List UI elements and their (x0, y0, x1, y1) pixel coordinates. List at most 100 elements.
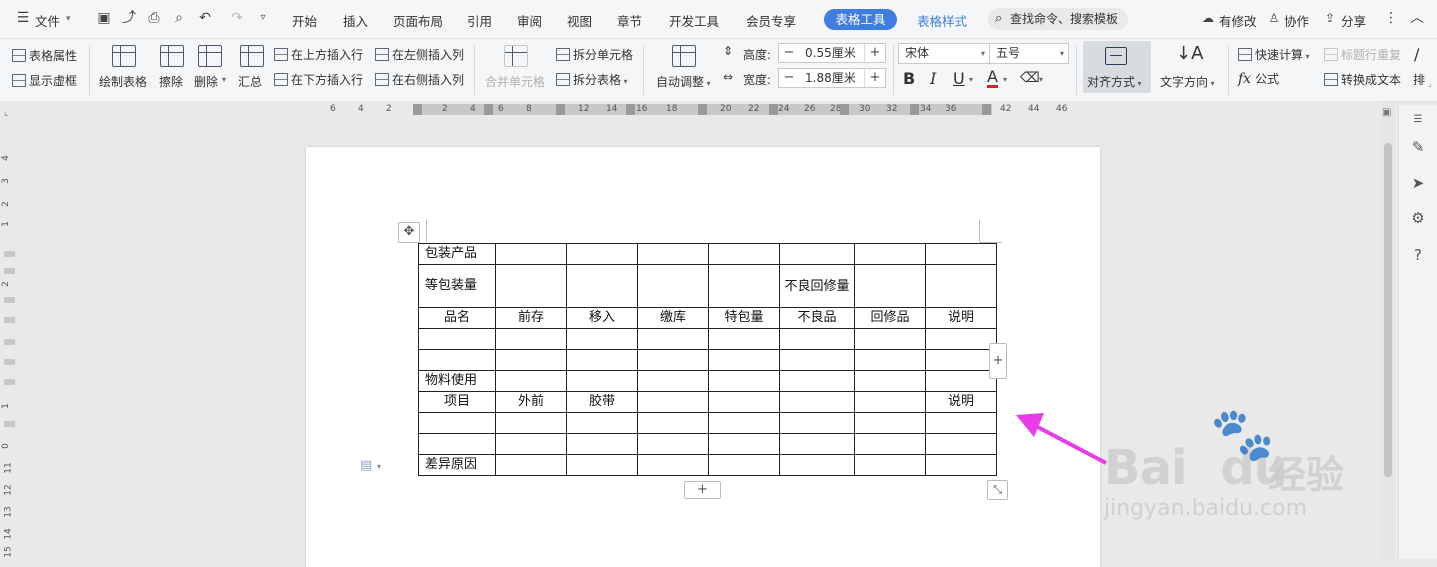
show-gridlines-button[interactable]: 显示虚框 (12, 72, 77, 89)
print-icon[interactable]: ⎙ (145, 9, 163, 27)
table-cell[interactable] (854, 328, 926, 350)
table-cell[interactable]: 缴库 (637, 307, 709, 329)
bold-button[interactable]: B (903, 69, 915, 88)
vertical-ruler[interactable]: 4 3 2 1 2 1 0 11 12 13 14 15 (0, 121, 16, 559)
table-cell[interactable] (854, 349, 926, 371)
table-cell[interactable]: 说明 (925, 391, 997, 413)
table-cell[interactable] (495, 412, 567, 434)
table-cell[interactable] (779, 370, 855, 392)
tab-member[interactable]: 会员专享 (746, 11, 796, 30)
table-cell[interactable] (854, 243, 926, 265)
pen-icon[interactable]: ∕ (1414, 45, 1419, 64)
table-cell[interactable] (708, 349, 780, 371)
merge-cells-button[interactable]: 合并单元格 (485, 73, 545, 90)
table-cell[interactable] (495, 454, 567, 476)
insert-col-left-button[interactable]: 在左侧插入列 (375, 46, 464, 63)
ruler-column-marker[interactable] (698, 104, 707, 115)
chevron-down-icon[interactable]: ▾ (377, 462, 381, 471)
ruler-column-marker[interactable] (769, 104, 778, 115)
table-cell[interactable] (925, 454, 997, 476)
table-cell[interactable]: 差异原因 (418, 454, 496, 476)
ruler-column-marker[interactable] (626, 104, 635, 115)
sidebar-menu-icon[interactable]: ☰ (1409, 111, 1427, 129)
table-cell[interactable] (637, 243, 709, 265)
quick-access-more-icon[interactable]: ▿ (254, 9, 272, 27)
table-cell[interactable] (495, 243, 567, 265)
tab-developer[interactable]: 开发工具 (669, 11, 719, 30)
edit-pen-icon[interactable]: ✎ (1409, 138, 1427, 156)
ruler-column-marker[interactable] (840, 104, 849, 115)
ruler-corner-tab-icon[interactable]: ⌞ (4, 108, 8, 118)
table-cell[interactable] (566, 349, 638, 371)
file-menu[interactable]: 文件 (35, 11, 60, 30)
add-row-button[interactable]: + (684, 481, 721, 499)
table-cell[interactable] (779, 454, 855, 476)
table-cell[interactable] (854, 433, 926, 455)
table-cell[interactable] (925, 243, 997, 265)
add-column-button[interactable]: + (989, 343, 1007, 379)
row-height-stepper[interactable]: − 0.55厘米 + (778, 43, 886, 63)
save-icon[interactable]: ▣ (95, 9, 113, 27)
more-options-icon[interactable]: ⋮ (1382, 9, 1400, 27)
table-cell[interactable] (566, 433, 638, 455)
table-cell[interactable]: 胶带 (566, 391, 638, 413)
erase-button[interactable]: 擦除 (159, 73, 183, 90)
tab-review[interactable]: 审阅 (517, 11, 542, 30)
table-cell[interactable] (418, 349, 496, 371)
table-cell[interactable] (779, 391, 855, 413)
ruler-indent-marker[interactable] (413, 104, 422, 115)
table-cell[interactable]: 品名 (418, 307, 496, 329)
table-cell[interactable] (779, 433, 855, 455)
text-direction-button[interactable]: 文字方向 ▾ (1160, 73, 1215, 90)
table-cell[interactable] (637, 349, 709, 371)
insert-row-below-button[interactable]: 在下方插入行 (274, 71, 363, 88)
decrease-height-button[interactable]: − (779, 44, 799, 62)
table-cell[interactable] (854, 264, 926, 308)
table-move-handle-icon[interactable]: ✥ (398, 222, 420, 243)
table-cell[interactable] (779, 349, 855, 371)
print-preview-icon[interactable]: ⌕ (170, 9, 188, 27)
ruler-column-marker[interactable] (484, 104, 493, 115)
chevron-down-icon[interactable]: ▾ (1003, 75, 1007, 84)
table-cell[interactable]: 物料使用 (418, 370, 496, 392)
table-cell[interactable] (925, 412, 997, 434)
table-cell[interactable]: 项目 (418, 391, 496, 413)
table-cell[interactable] (779, 243, 855, 265)
table-cell[interactable] (566, 328, 638, 350)
table-cell[interactable] (495, 328, 567, 350)
resize-table-icon[interactable]: ⤡ (987, 480, 1008, 500)
highlight-icon[interactable]: ⌫ (1020, 70, 1040, 86)
table-cell[interactable] (637, 412, 709, 434)
tab-page-layout[interactable]: 页面布局 (393, 11, 443, 30)
table-cell[interactable] (637, 433, 709, 455)
table-cell[interactable] (418, 433, 496, 455)
table-cell[interactable] (925, 433, 997, 455)
increase-width-button[interactable]: + (864, 69, 885, 87)
table-cell[interactable] (708, 391, 780, 413)
table-cell[interactable] (495, 433, 567, 455)
table-cell[interactable]: 外前 (495, 391, 567, 413)
table-cell[interactable] (566, 243, 638, 265)
ribbon-expand-icon[interactable]: ⌟ (1428, 79, 1432, 88)
italic-button[interactable]: I (930, 69, 936, 88)
share-button[interactable]: 分享 (1341, 11, 1366, 30)
draw-table-button[interactable]: 绘制表格 (99, 73, 147, 90)
table-cell[interactable] (566, 370, 638, 392)
table-cell[interactable] (495, 264, 567, 308)
table-cell[interactable] (854, 370, 926, 392)
paragraph-layout-icon[interactable]: ▤ (360, 458, 372, 473)
tab-insert[interactable]: 插入 (343, 11, 368, 30)
insert-col-right-button[interactable]: 在右侧插入列 (375, 71, 464, 88)
undo-icon[interactable]: ↶ (196, 9, 214, 27)
convert-to-text-button[interactable]: 转换成文本 (1324, 71, 1401, 88)
split-cells-button[interactable]: 拆分单元格 (556, 46, 633, 63)
table-cell[interactable] (637, 328, 709, 350)
ruler-column-marker[interactable] (556, 104, 565, 115)
collab-button[interactable]: 协作 (1284, 11, 1309, 30)
cursor-select-icon[interactable]: ➤ (1409, 174, 1427, 192)
table-cell[interactable] (854, 454, 926, 476)
table-cell[interactable]: 不良品 (779, 307, 855, 329)
table-cell[interactable] (637, 454, 709, 476)
hamburger-icon[interactable]: ☰ (14, 9, 32, 27)
repeat-header-button[interactable]: 标题行重复 (1324, 46, 1401, 63)
